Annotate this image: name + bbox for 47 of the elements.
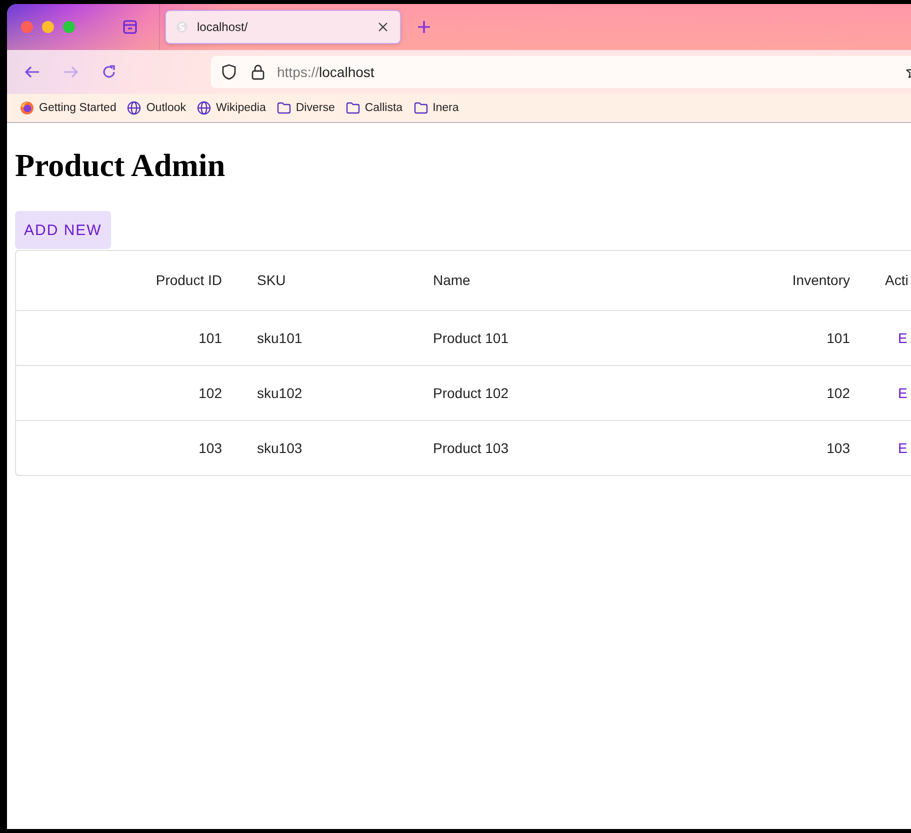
tab-overview-icon[interactable] — [122, 19, 138, 35]
back-icon[interactable] — [24, 65, 40, 79]
folder-icon — [346, 101, 360, 115]
bookmark-item[interactable]: Getting Started — [20, 101, 116, 115]
new-tab-icon[interactable] — [417, 20, 431, 34]
table-cell: 101 — [198, 330, 222, 346]
address-bar[interactable]: https://localhost — [211, 56, 911, 88]
tab-title: localhost/ — [197, 20, 249, 34]
column-header[interactable]: SKU — [257, 272, 286, 288]
browser-tab[interactable]: localhost/ — [165, 10, 401, 44]
close-icon[interactable] — [378, 22, 388, 32]
bookmark-item[interactable]: Inera — [414, 101, 459, 115]
lock-icon[interactable] — [251, 64, 265, 80]
table-cell: 103 — [826, 440, 850, 456]
folder-icon — [276, 101, 291, 115]
table-cell: 102 — [826, 384, 850, 400]
table-cell: 101 — [826, 330, 850, 346]
column-header[interactable]: Product ID — [156, 272, 222, 288]
column-header[interactable]: Acti — [885, 272, 908, 288]
bookmark-item[interactable]: Callista — [346, 101, 403, 115]
edit-button[interactable]: E — [898, 384, 908, 400]
bookmark-item[interactable]: Diverse — [276, 101, 335, 115]
column-header[interactable]: Inventory — [792, 272, 850, 288]
globe-icon — [197, 101, 211, 115]
table-cell: sku103 — [257, 440, 302, 456]
edit-button[interactable]: E — [898, 330, 908, 346]
firefox-icon — [20, 101, 34, 115]
table-cell: 103 — [198, 440, 222, 456]
page-title: Product Admin — [15, 146, 226, 185]
reload-icon[interactable] — [102, 65, 116, 79]
folder-icon — [414, 101, 428, 115]
table-cell: sku102 — [257, 384, 302, 400]
bookmark-item[interactable]: Outlook — [127, 101, 186, 115]
table-cell: Product 103 — [433, 440, 508, 456]
column-header[interactable]: Name — [433, 272, 470, 288]
add-new-button[interactable]: ADD NEW — [15, 211, 111, 249]
table-cell: sku101 — [257, 330, 302, 346]
url-text: https://localhost — [277, 64, 376, 80]
shield-icon[interactable] — [222, 64, 236, 80]
globe-icon — [127, 101, 142, 115]
window-control-icon[interactable] — [42, 21, 54, 33]
table-cell: 102 — [198, 384, 222, 400]
site-icon — [176, 21, 188, 33]
edit-button[interactable]: E — [898, 440, 908, 456]
bookmark-item[interactable]: Wikipedia — [197, 101, 266, 115]
table-cell: Product 101 — [433, 330, 508, 346]
table-cell: Product 102 — [433, 384, 508, 400]
